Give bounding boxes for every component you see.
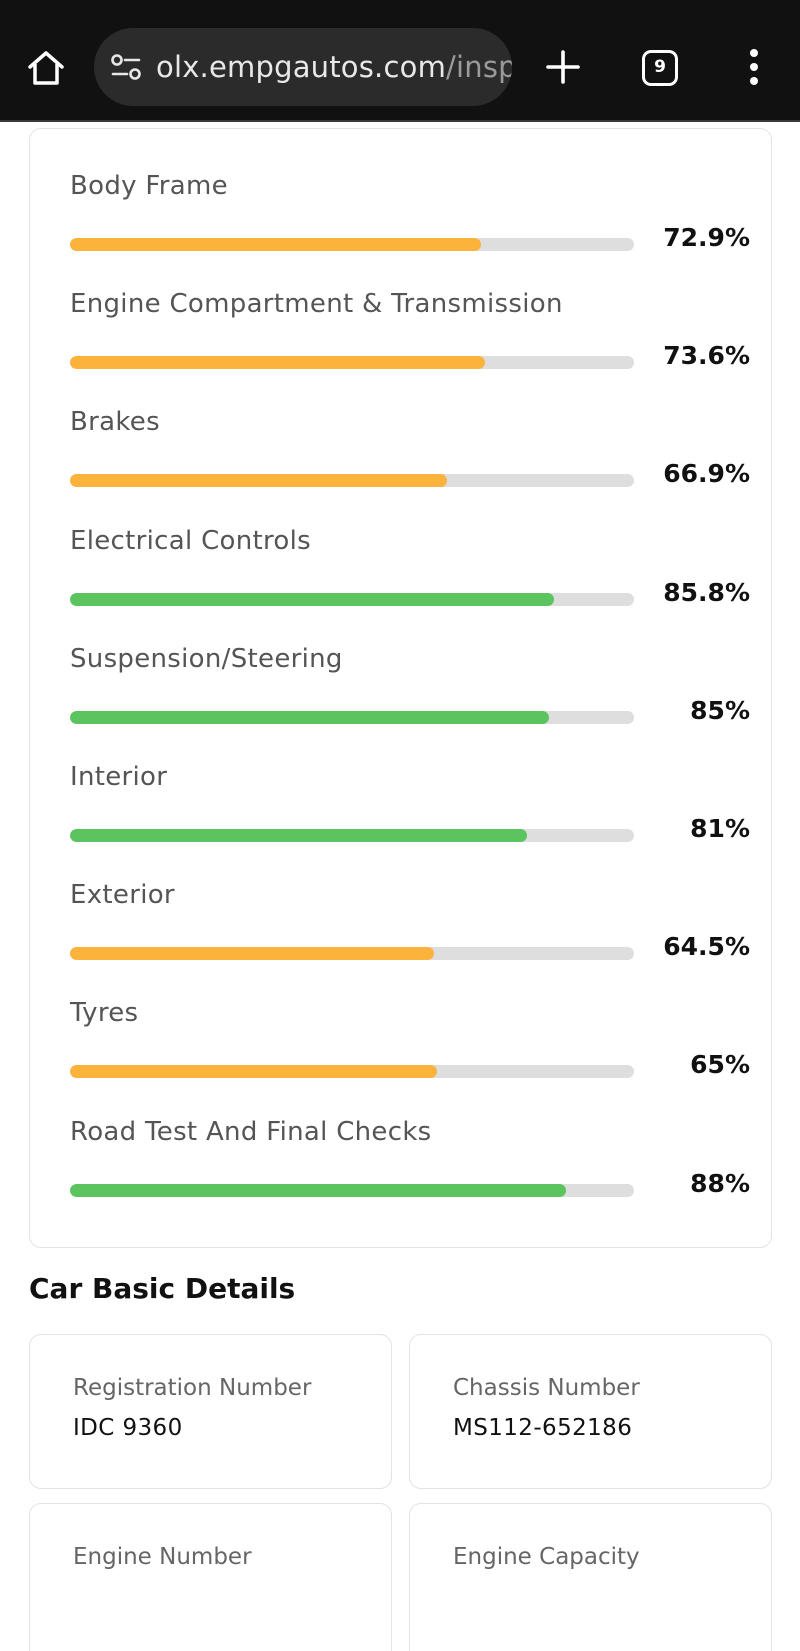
inspection-score-row: Suspension/Steering 85%	[70, 644, 750, 762]
score-value: 81%	[690, 814, 750, 843]
inspection-score-row: Brakes 66.9%	[70, 407, 750, 525]
inspection-score-row: Engine Compartment & Transmission 73.6%	[70, 289, 750, 407]
score-label: Exterior	[70, 880, 175, 911]
browser-toolbar: olx.empgautos.com/insp 9	[0, 0, 800, 122]
score-value: 66.9%	[663, 459, 750, 489]
inspection-score-row: Tyres 65%	[70, 998, 750, 1116]
detail-label: Registration Number	[73, 1375, 312, 1401]
detail-label: Engine Capacity	[453, 1544, 640, 1570]
score-label: Suspension/Steering	[70, 643, 343, 674]
score-progress-track	[70, 592, 634, 606]
score-label: Electrical Controls	[70, 525, 311, 556]
score-value: 88%	[690, 1168, 750, 1198]
chassis-number-card: Chassis Number MS112-652186	[409, 1334, 772, 1489]
score-label: Engine Compartment & Transmission	[70, 289, 563, 320]
detail-value: IDC 9360	[73, 1415, 183, 1441]
score-progress-fill	[70, 474, 448, 488]
score-progress-fill	[70, 238, 482, 251]
score-progress-fill	[70, 947, 434, 961]
inspection-score-row: Interior 81%	[70, 762, 750, 880]
inspection-score-row: Exterior 64.5%	[70, 880, 750, 998]
score-label: Body Frame	[70, 171, 228, 201]
registration-number-card: Registration Number IDC 9360	[29, 1334, 392, 1489]
score-value: 85.8%	[663, 577, 750, 607]
score-progress-track	[70, 829, 634, 842]
car-basic-details-title: Car Basic Details	[29, 1272, 296, 1305]
score-value: 72.9%	[663, 223, 750, 252]
home-icon[interactable]	[26, 48, 66, 88]
score-label: Brakes	[70, 407, 160, 438]
engine-number-card: Engine Number	[29, 1503, 392, 1651]
score-progress-fill	[70, 829, 527, 842]
score-progress-fill	[70, 356, 486, 370]
address-bar[interactable]: olx.empgautos.com/insp	[94, 28, 512, 106]
score-label: Road Test And Final Checks	[70, 1116, 432, 1147]
score-progress-fill	[70, 710, 550, 724]
url-path: /insp	[446, 50, 512, 84]
score-progress-track	[70, 710, 634, 724]
score-progress-track	[70, 947, 634, 961]
score-label: Tyres	[70, 998, 139, 1029]
inspection-score-row: Road Test And Final Checks 88%	[70, 1117, 750, 1235]
new-tab-icon[interactable]	[544, 48, 582, 86]
score-progress-fill	[70, 1065, 437, 1079]
score-value: 73.6%	[663, 341, 750, 371]
site-settings-icon[interactable]	[108, 49, 144, 85]
inspection-score-row: Electrical Controls 85.8%	[70, 526, 750, 644]
score-value: 85%	[690, 695, 750, 725]
detail-label: Engine Number	[73, 1544, 252, 1570]
tab-switcher-button[interactable]: 9	[642, 50, 678, 86]
inspection-scores-card: Body Frame 72.9% Engine Compartment & Tran…	[29, 128, 772, 1248]
score-progress-track	[70, 1183, 634, 1197]
more-menu-icon[interactable]	[744, 46, 764, 88]
score-progress-track	[70, 474, 634, 488]
engine-capacity-card: Engine Capacity	[409, 1503, 772, 1651]
score-progress-track	[70, 356, 634, 370]
score-label: Interior	[70, 762, 168, 792]
score-value: 64.5%	[663, 932, 750, 962]
detail-value: MS112-652186	[453, 1415, 633, 1441]
score-value: 65%	[690, 1050, 750, 1080]
score-progress-fill	[70, 1183, 567, 1197]
page-content: Body Frame 72.9% Engine Compartment & Tran…	[0, 122, 800, 1651]
url-domain: olx.empgautos.com	[156, 50, 447, 84]
score-progress-fill	[70, 592, 554, 606]
url-text[interactable]: olx.empgautos.com/insp	[156, 28, 512, 106]
inspection-score-row: Body Frame 72.9%	[70, 171, 750, 289]
tab-count: 9	[654, 57, 666, 77]
detail-label: Chassis Number	[453, 1375, 640, 1401]
score-progress-track	[70, 238, 634, 251]
score-progress-track	[70, 1065, 634, 1079]
